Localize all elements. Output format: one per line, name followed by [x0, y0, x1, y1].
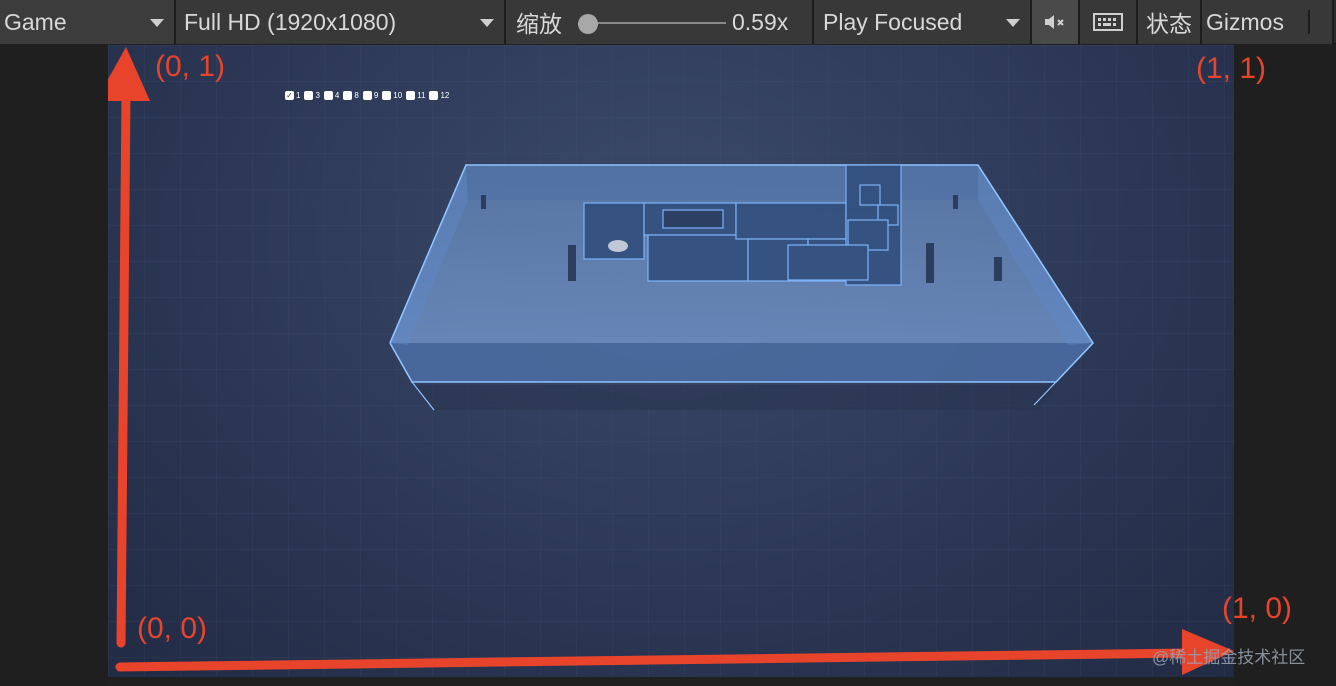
axis-label-bottom-left: (0, 0) [137, 612, 208, 645]
zoom-slider-track[interactable] [588, 22, 726, 24]
resolution-dropdown[interactable]: Full HD (1920x1080) [176, 0, 506, 44]
mute-audio-button[interactable] [1032, 0, 1080, 44]
gizmos-divider [1308, 10, 1310, 34]
gizmos-label: Gizmos [1206, 8, 1284, 35]
view-selector-label: Game [4, 8, 67, 35]
layer-toggle-label: 9 [373, 91, 379, 100]
building-model [389, 164, 1095, 411]
layer-checkbox[interactable]: ✓ [285, 91, 294, 100]
layer-toggle-label: 4 [334, 91, 340, 100]
keyboard-shortcuts-button[interactable] [1080, 0, 1138, 44]
layer-toggle-label: 10 [393, 91, 403, 100]
layer-checkbox[interactable] [304, 91, 314, 100]
zoom-label: 缩放 [516, 11, 562, 37]
scene-render [108, 45, 1234, 677]
layer-toggle-3[interactable]: 3 [304, 91, 320, 100]
right-margin [1234, 45, 1336, 686]
layer-checkbox[interactable] [343, 91, 353, 100]
watermark: @稀土掘金技术社区 [1152, 648, 1306, 667]
layer-toggle-label: 11 [417, 91, 426, 100]
layer-checkbox[interactable] [362, 91, 372, 100]
zoom-slider-handle[interactable] [578, 14, 598, 34]
view-selector-dropdown[interactable]: Game [0, 0, 176, 44]
layer-checkbox[interactable] [382, 91, 392, 100]
layer-toggle-4[interactable]: 4 [323, 91, 340, 100]
layer-toggle-label: 3 [315, 91, 320, 100]
layer-checkbox[interactable] [429, 91, 439, 100]
mute-speaker-icon [1045, 15, 1064, 29]
layer-toggle-label: 12 [440, 91, 450, 100]
unity-game-view: Game Full HD (1920x1080) 缩放 0.59x Play F… [0, 0, 1336, 686]
layer-toggle-12[interactable]: 12 [429, 91, 449, 100]
layer-toggle-11[interactable]: 11 [406, 91, 425, 100]
chevron-down-icon [480, 19, 494, 27]
keyboard-icon [1093, 13, 1123, 31]
layer-toggle-group: ✓ 1 3 4 8 9 10 11 12 [285, 91, 453, 100]
zoom-control: 缩放 0.59x [506, 0, 814, 44]
layer-toggle-9[interactable]: 9 [362, 91, 379, 100]
play-mode-dropdown[interactable]: Play Focused [814, 0, 1032, 44]
axis-label-bottom-right: (1, 0) [1222, 592, 1293, 625]
zoom-value: 0.59x [732, 9, 789, 35]
stats-label: 状态 [1146, 11, 1192, 37]
stats-button[interactable]: 状态 [1138, 0, 1202, 44]
axis-label-top-left: (0, 1) [155, 50, 226, 83]
axis-label-top-right: (1, 1) [1196, 52, 1267, 85]
layer-checkbox[interactable] [323, 91, 333, 100]
chevron-down-icon [1006, 19, 1020, 27]
layer-checkbox[interactable] [406, 91, 416, 100]
left-margin [0, 45, 108, 686]
play-mode-label: Play Focused [823, 8, 963, 35]
chevron-down-icon [150, 19, 164, 27]
game-view-toolbar: Game Full HD (1920x1080) 缩放 0.59x Play F… [0, 0, 1336, 44]
resolution-label: Full HD (1920x1080) [184, 8, 397, 35]
layer-toggle-label: 1 [296, 91, 301, 100]
game-viewport[interactable]: ✓ 1 3 4 8 9 10 11 12 [108, 45, 1234, 677]
layer-toggle-8[interactable]: 8 [343, 91, 359, 100]
gizmos-button[interactable]: Gizmos [1202, 0, 1334, 44]
layer-toggle-10[interactable]: 10 [382, 91, 402, 100]
layer-toggle-1[interactable]: ✓ 1 [285, 91, 300, 100]
layer-toggle-label: 8 [354, 91, 359, 100]
